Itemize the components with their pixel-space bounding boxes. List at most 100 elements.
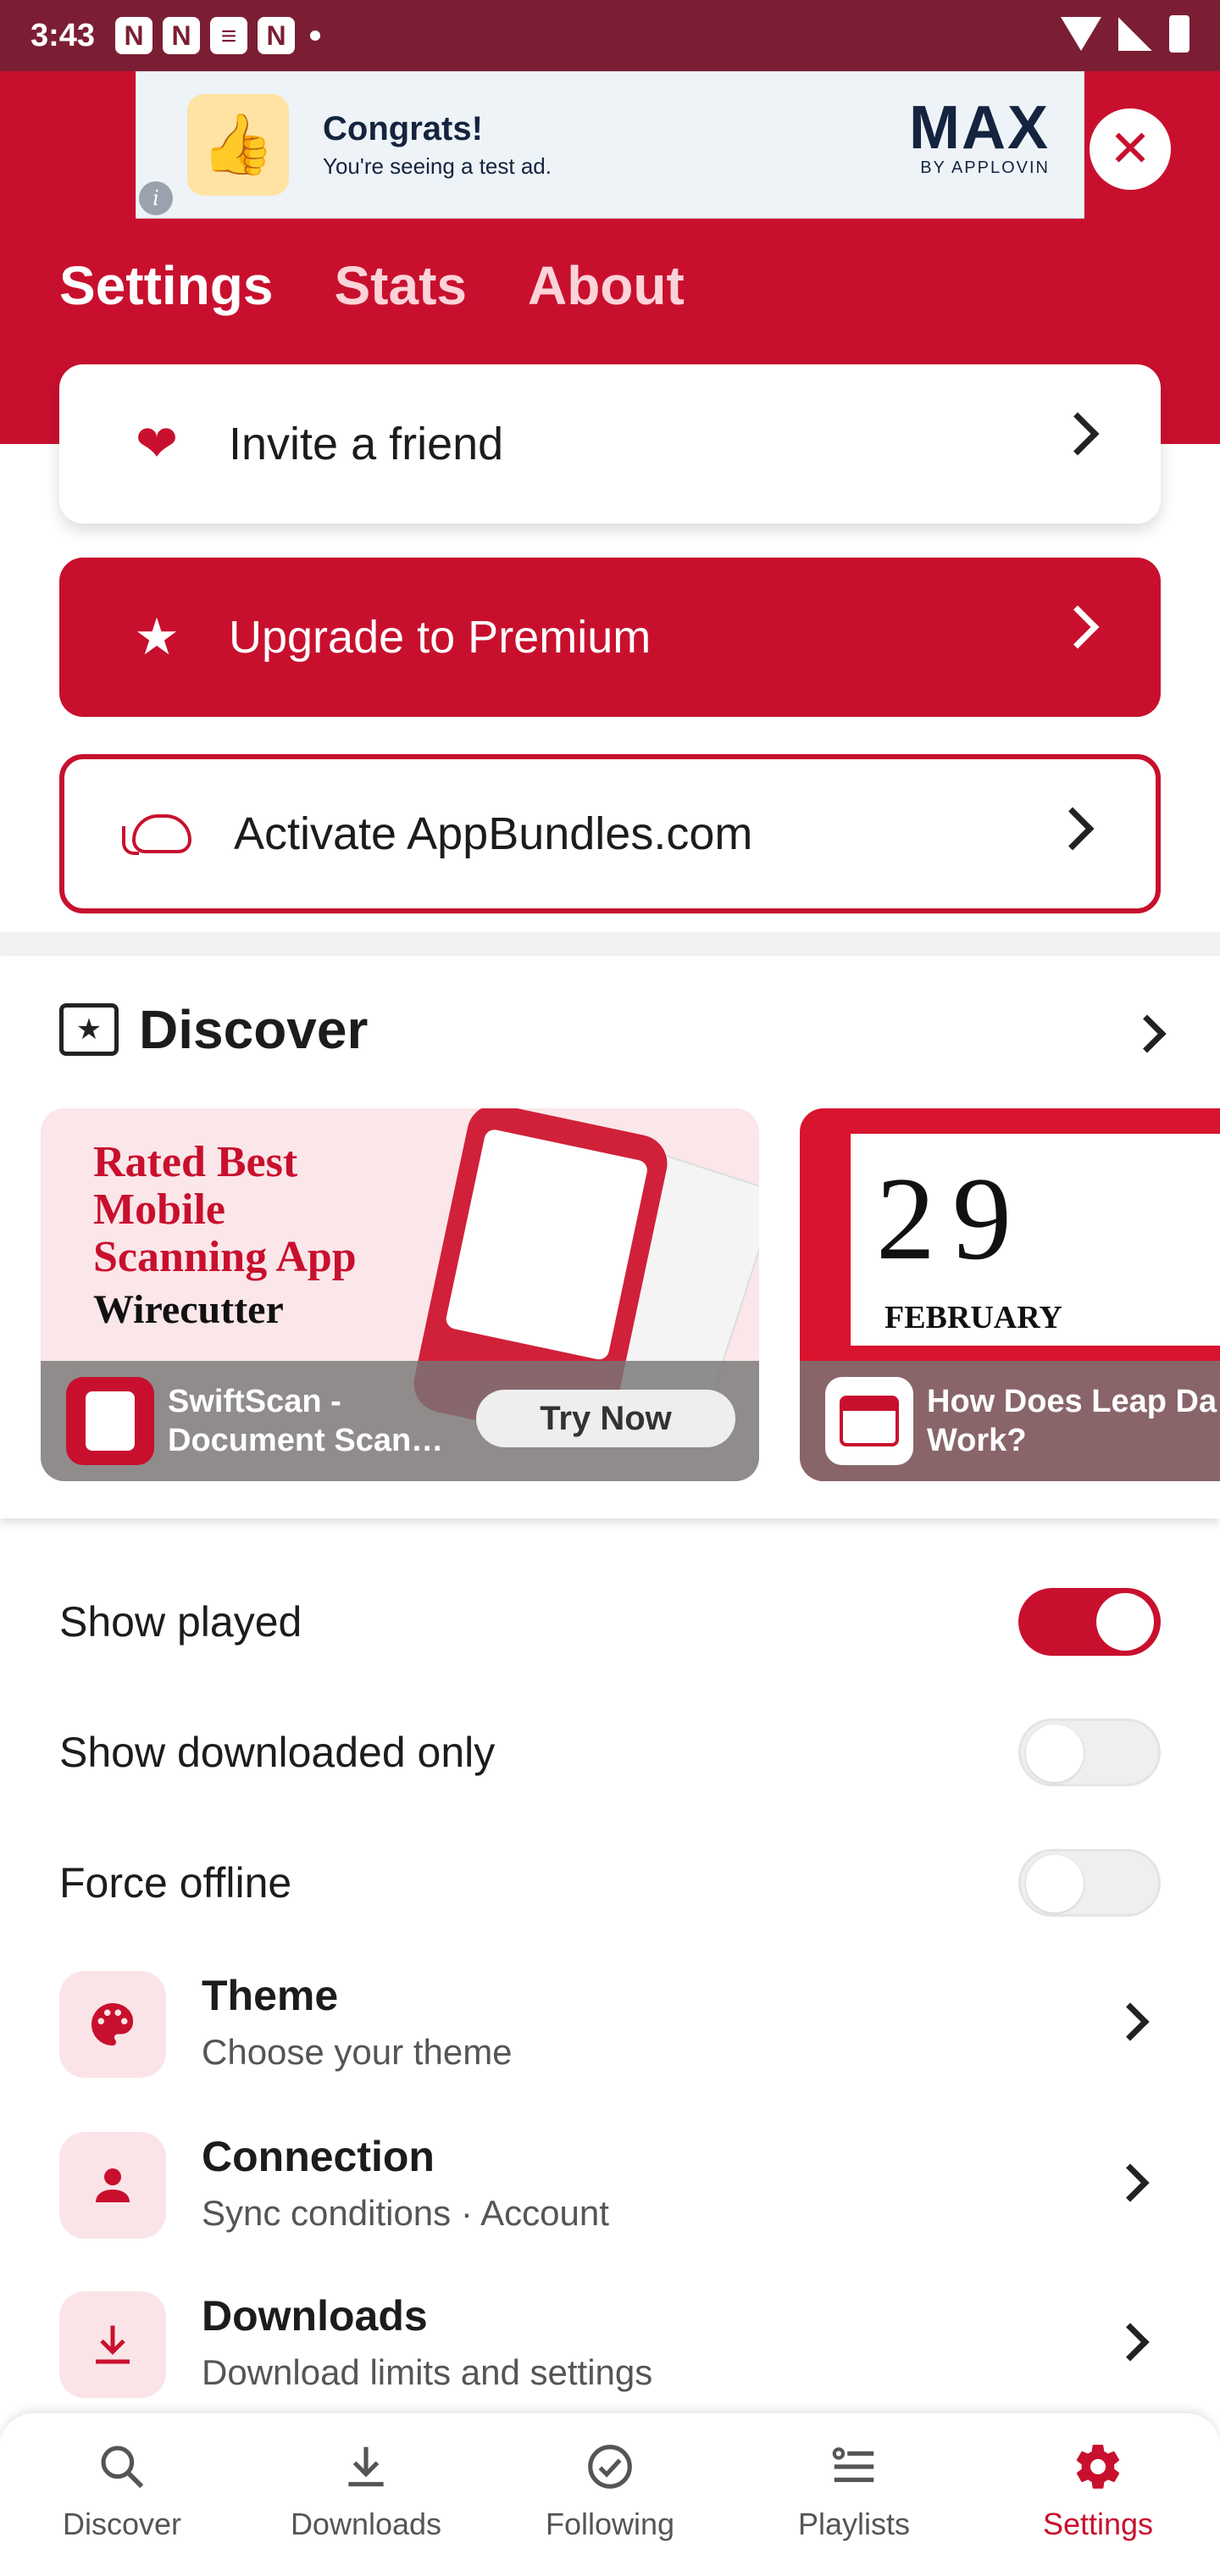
upgrade-premium-button[interactable]: ★ Upgrade to Premium: [59, 558, 1161, 717]
tab-settings[interactable]: Settings: [59, 254, 273, 317]
notification-icon: N: [115, 17, 153, 54]
promo-app-name: SwiftScan - Document Scan…: [168, 1382, 456, 1460]
chevron-right-icon: [1056, 412, 1100, 456]
chevron-right-icon: [1111, 2163, 1150, 2202]
nav-playlists[interactable]: Playlists: [732, 2413, 976, 2576]
upgrade-premium-label: Upgrade to Premium: [229, 612, 652, 663]
ad-info-icon[interactable]: i: [139, 181, 173, 215]
invite-friend-button[interactable]: ❤ Invite a friend: [59, 364, 1161, 524]
nav-label: Settings: [1042, 2507, 1154, 2541]
promo-info-bar: SwiftScan - Document Scan… Try Now: [41, 1361, 759, 1481]
show-downloaded-toggle[interactable]: [1018, 1718, 1161, 1786]
download-icon: [336, 2437, 396, 2496]
promo-card-swiftscan[interactable]: Rated Best Mobile Scanning App Wirecutte…: [41, 1108, 759, 1481]
connection-setting[interactable]: Connection Sync conditions · Account: [59, 2124, 1161, 2242]
section-divider: [0, 932, 1220, 956]
thumbs-up-icon: 👍: [187, 94, 289, 196]
chevron-right-icon: [1056, 605, 1100, 649]
signal-icon: [1118, 17, 1152, 51]
battery-icon: [1169, 15, 1190, 53]
ad-brand-name: MAX: [909, 94, 1050, 162]
discover-section: ★ Discover Rated Best Mobile Scanning Ap…: [0, 956, 1220, 1518]
nav-settings[interactable]: Settings: [976, 2413, 1220, 2576]
activate-appbundles-label: Activate AppBundles.com: [234, 808, 753, 859]
theme-title: Theme: [202, 1972, 339, 2019]
nav-label: Discover: [62, 2507, 182, 2541]
ad-subtitle: You're seeing a test ad.: [323, 153, 552, 179]
chevron-right-icon: [1111, 2323, 1150, 2362]
account-icon: [59, 2132, 166, 2239]
elephant-icon: [122, 804, 191, 863]
theme-subtitle: Choose your theme: [202, 2032, 513, 2072]
promo-app-name-line: Document Scan…: [168, 1423, 444, 1458]
weekcal-app-icon: [825, 1377, 913, 1465]
nav-discover[interactable]: Discover: [0, 2413, 244, 2576]
palette-icon: [59, 1971, 166, 2078]
promo-app-name-line: SwiftScan -: [168, 1384, 341, 1419]
force-offline-row[interactable]: Force offline: [59, 1832, 1161, 1934]
chevron-right-icon: [1111, 2002, 1150, 2041]
ad-banner[interactable]: 👍 Congrats! You're seeing a test ad. MAX…: [136, 71, 1084, 219]
tab-bar: Settings Stats About: [59, 254, 685, 317]
show-played-label: Show played: [59, 1598, 302, 1646]
nav-label: Following: [545, 2507, 675, 2541]
show-downloaded-label: Show downloaded only: [59, 1729, 496, 1776]
try-now-button[interactable]: Try Now: [476, 1390, 735, 1447]
promo-headline-line: Mobile: [93, 1185, 225, 1234]
nav-following[interactable]: Following: [488, 2413, 732, 2576]
discover-title: Discover: [139, 999, 369, 1060]
ad-brand-sub: BY APPLOVIN: [920, 158, 1050, 177]
show-downloaded-row[interactable]: Show downloaded only: [59, 1702, 1161, 1803]
connection-subtitle: Sync conditions · Account: [202, 2193, 609, 2233]
gear-icon: [1068, 2437, 1128, 2496]
star-icon: ★: [134, 608, 180, 665]
search-icon: [92, 2437, 152, 2496]
promo-headline-line: Rated Best: [93, 1138, 298, 1186]
promo-card-leap-day[interactable]: 29 FEBRUARY How Does Leap Da Work?: [800, 1108, 1220, 1481]
nav-label: Playlists: [797, 2507, 911, 2541]
chevron-right-icon[interactable]: [1128, 1014, 1167, 1053]
promo-publisher: Wirecutter: [93, 1287, 284, 1332]
theme-setting[interactable]: Theme Choose your theme: [59, 1963, 1161, 2081]
status-time: 3:43: [30, 17, 96, 53]
notification-icon: N: [163, 17, 201, 54]
ad-brand: MAX BY APPLOVIN: [909, 97, 1050, 178]
promo-app-name-line: Work?: [927, 1423, 1027, 1458]
promo-headline: Rated Best Mobile Scanning App: [93, 1139, 357, 1281]
promo-info-bar: How Does Leap Da Work?: [800, 1361, 1220, 1481]
more-notifications-icon: [310, 31, 321, 41]
wifi-icon: [1061, 17, 1101, 51]
heart-icon: ❤: [135, 415, 179, 472]
promo-app-name: How Does Leap Da Work?: [927, 1382, 1217, 1460]
notification-icon: ≡: [210, 17, 248, 54]
activate-appbundles-button[interactable]: Activate AppBundles.com: [59, 754, 1161, 913]
discover-header[interactable]: ★ Discover: [59, 998, 368, 1061]
playlist-icon: [824, 2437, 884, 2496]
nav-downloads[interactable]: Downloads: [244, 2413, 488, 2576]
nav-label: Downloads: [290, 2507, 442, 2541]
status-bar: 3:43 N N ≡ N: [0, 0, 1220, 71]
calendar-image: 29 FEBRUARY: [851, 1134, 1220, 1346]
chevron-right-icon: [1051, 807, 1095, 851]
calendar-month: FEBRUARY: [884, 1300, 1062, 1335]
show-played-toggle[interactable]: [1018, 1588, 1161, 1656]
bottom-navigation: Discover Downloads Following Playlists S…: [0, 2412, 1220, 2576]
discover-star-icon: ★: [59, 1003, 119, 1056]
check-circle-icon: [580, 2437, 640, 2496]
connection-title: Connection: [202, 2133, 435, 2180]
promo-app-name-line: How Does Leap Da: [927, 1384, 1217, 1419]
tab-about[interactable]: About: [528, 254, 685, 317]
show-played-row[interactable]: Show played: [59, 1571, 1161, 1673]
tab-stats[interactable]: Stats: [334, 254, 467, 317]
notification-icon: N: [258, 17, 296, 54]
download-icon: [59, 2291, 166, 2398]
downloads-setting[interactable]: Downloads Download limits and settings: [59, 2283, 1161, 2401]
downloads-title: Downloads: [202, 2292, 428, 2340]
downloads-subtitle: Download limits and settings: [202, 2352, 653, 2392]
force-offline-toggle[interactable]: [1018, 1849, 1161, 1917]
promo-headline-line: Scanning App: [93, 1233, 357, 1281]
swiftscan-app-icon: [66, 1377, 154, 1465]
close-icon[interactable]: ✕: [1090, 108, 1171, 190]
invite-friend-label: Invite a friend: [229, 419, 504, 469]
ad-title: Congrats!: [323, 110, 483, 147]
